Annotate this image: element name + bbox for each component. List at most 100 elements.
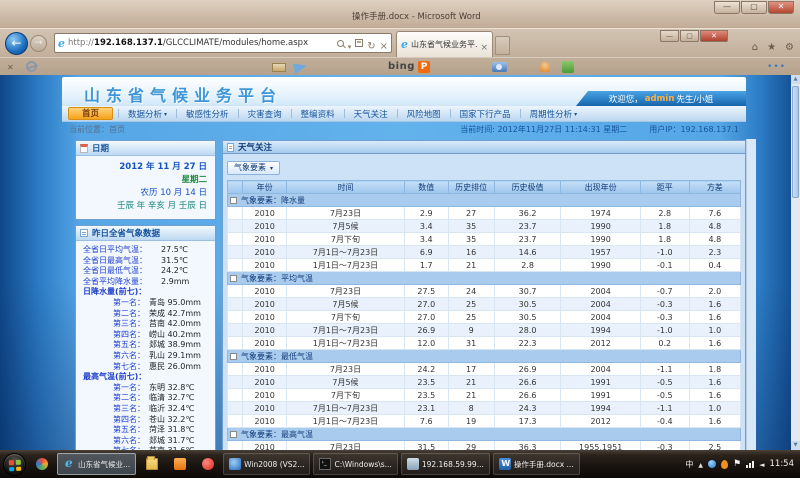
stat-label: 全省日平均气温： xyxy=(83,245,161,256)
minimize-button[interactable]: — xyxy=(660,30,679,42)
bing-logo[interactable]: bing xyxy=(388,61,415,72)
action-center-flag-icon[interactable] xyxy=(733,459,741,469)
tools-gear-icon[interactable]: ⚙ xyxy=(785,42,794,53)
taskbar-window[interactable]: Win2008 (VS2... xyxy=(223,453,310,475)
person-icon[interactable] xyxy=(540,62,550,72)
maximize-button[interactable]: ▢ xyxy=(741,1,767,14)
close-button[interactable]: ✕ xyxy=(700,30,728,42)
nav-item-2[interactable]: 敏感性分析 xyxy=(177,108,238,120)
favorites-star-icon[interactable]: ★ xyxy=(767,42,776,53)
forward-button[interactable]: → xyxy=(30,35,47,52)
back-button[interactable]: ← xyxy=(5,32,28,55)
breadcrumb: 当前位置：首页 xyxy=(69,124,125,135)
stop-icon[interactable] xyxy=(380,34,388,53)
taskbar-window[interactable]: 操作手册.docx ... xyxy=(493,453,580,475)
taskbar-folder-icon[interactable] xyxy=(139,453,164,475)
url-dropdown-icon[interactable] xyxy=(348,34,352,53)
document-icon xyxy=(227,143,234,152)
start-button[interactable] xyxy=(3,453,26,476)
group-checkbox[interactable] xyxy=(230,275,237,282)
table-cell: 35 xyxy=(448,220,494,233)
taskbar-window[interactable]: C:\Windows\s... xyxy=(313,453,397,475)
group-checkbox[interactable] xyxy=(230,197,237,204)
scroll-up-icon[interactable]: ▲ xyxy=(791,75,800,84)
more-options-icon[interactable]: ••• xyxy=(767,62,786,72)
address-bar[interactable]: e http://192.168.137.1/GLCCLIMATE/module… xyxy=(54,33,392,53)
camera-icon[interactable] xyxy=(492,62,507,72)
table-row: 20107月23日27.52430.72004-0.72.0 xyxy=(228,285,741,298)
minimize-button[interactable]: — xyxy=(714,1,740,14)
table-cell: 7月下旬 xyxy=(286,389,404,402)
rdp-icon xyxy=(407,458,419,470)
rank-label: 第五名： xyxy=(113,425,149,436)
elements-dropdown-button[interactable]: 气象要素 xyxy=(227,161,280,175)
search-icon[interactable] xyxy=(337,40,344,47)
toolbar-close-icon[interactable]: ✕ xyxy=(7,63,14,72)
nav-item-7[interactable]: 国家下行产品 xyxy=(451,108,520,120)
row-cell-blank xyxy=(228,415,243,428)
nav-item-5[interactable]: 天气关注 xyxy=(345,108,397,120)
home-icon[interactable]: ⌂ xyxy=(752,42,758,53)
mail-icon[interactable] xyxy=(272,63,286,72)
tab-close-icon[interactable] xyxy=(480,35,488,54)
clock[interactable]: 11:54 xyxy=(770,459,795,469)
date-panel-title: 日期 xyxy=(92,142,109,154)
compatibility-view-icon[interactable] xyxy=(355,39,363,47)
table-cell: 7月5候 xyxy=(286,298,404,311)
tray-flame-icon[interactable] xyxy=(721,460,728,469)
table-cell: 1955,1951 xyxy=(561,441,641,451)
network-icon[interactable] xyxy=(746,461,754,468)
table-cell: 30.5 xyxy=(494,298,561,311)
nav-item-0[interactable]: 首页 xyxy=(68,107,113,120)
close-button[interactable]: ✕ xyxy=(768,1,794,14)
row-cell-blank xyxy=(228,298,243,311)
nav-item-8[interactable]: 周期性分析 xyxy=(521,108,587,120)
rank-label: 第七名： xyxy=(113,362,149,373)
stat-value: 24.2℃ xyxy=(161,266,188,277)
table-cell: 1.7 xyxy=(404,259,448,272)
group-checkbox[interactable] xyxy=(230,431,237,438)
table-cell: 7月1日～7月23日 xyxy=(286,324,404,337)
table-row: 20101月1日～7月23日12.03122.320120.21.6 xyxy=(228,337,741,350)
background-window-controls: — ▢ ✕ xyxy=(714,1,794,14)
table-row: 20101月1日～7月23日7.61917.32012-0.41.6 xyxy=(228,415,741,428)
table-cell: 1990 xyxy=(561,259,641,272)
table-cell: 35 xyxy=(448,233,494,246)
ime-indicator[interactable]: 中 xyxy=(685,459,693,470)
taskbar-app-colorful-icon[interactable] xyxy=(29,453,54,475)
site-title: 山东省气候业务平台 xyxy=(84,82,282,106)
taskbar-window[interactable]: 山东省气候业... xyxy=(57,453,136,475)
volume-icon[interactable] xyxy=(759,460,764,469)
group-checkbox[interactable] xyxy=(230,353,237,360)
taskbar-window[interactable]: 192.168.59.99... xyxy=(401,453,490,475)
row-cell-blank xyxy=(228,324,243,337)
scroll-down-icon[interactable]: ▼ xyxy=(791,441,800,450)
toolbar-logo-icon[interactable] xyxy=(26,61,37,72)
scrollbar-thumb[interactable] xyxy=(792,86,799,198)
p-badge-icon[interactable]: P xyxy=(418,61,430,73)
table-cell: -0.5 xyxy=(640,376,689,389)
nav-item-6[interactable]: 风险地图 xyxy=(398,108,450,120)
nav-item-4[interactable]: 整编资料 xyxy=(292,108,344,120)
show-hidden-icons[interactable] xyxy=(698,460,703,469)
table-cell: 2.3 xyxy=(689,246,740,259)
table-cell: 4.8 xyxy=(689,220,740,233)
maximize-button[interactable]: ▢ xyxy=(680,30,699,42)
weather-focus-header: 天气关注 xyxy=(222,140,746,154)
nav-item-3[interactable]: 灾害查询 xyxy=(239,108,291,120)
addon-icon[interactable] xyxy=(562,61,574,73)
weather-stat: 全省日最高气温：31.5℃ xyxy=(83,256,213,267)
send-icon[interactable] xyxy=(293,61,308,74)
tray-app-icon[interactable] xyxy=(708,460,716,468)
taskbar-app-orange-icon[interactable] xyxy=(167,453,192,475)
nav-item-1[interactable]: 数据分析 xyxy=(119,108,176,120)
new-tab-button[interactable] xyxy=(495,36,510,55)
taskbar-app-red-icon[interactable] xyxy=(195,453,220,475)
table-cell: -1.0 xyxy=(640,246,689,259)
vertical-scrollbar[interactable]: ▲ ▼ xyxy=(791,75,800,450)
refresh-icon[interactable] xyxy=(367,34,375,53)
browser-tab[interactable]: e 山东省气候业务平... xyxy=(396,31,493,57)
table-cell: 27.0 xyxy=(404,298,448,311)
browser-corner-icons: ⌂ ★ ⚙ xyxy=(752,42,794,53)
rank-item: 第五名：郯城 38.9mm xyxy=(83,340,213,351)
